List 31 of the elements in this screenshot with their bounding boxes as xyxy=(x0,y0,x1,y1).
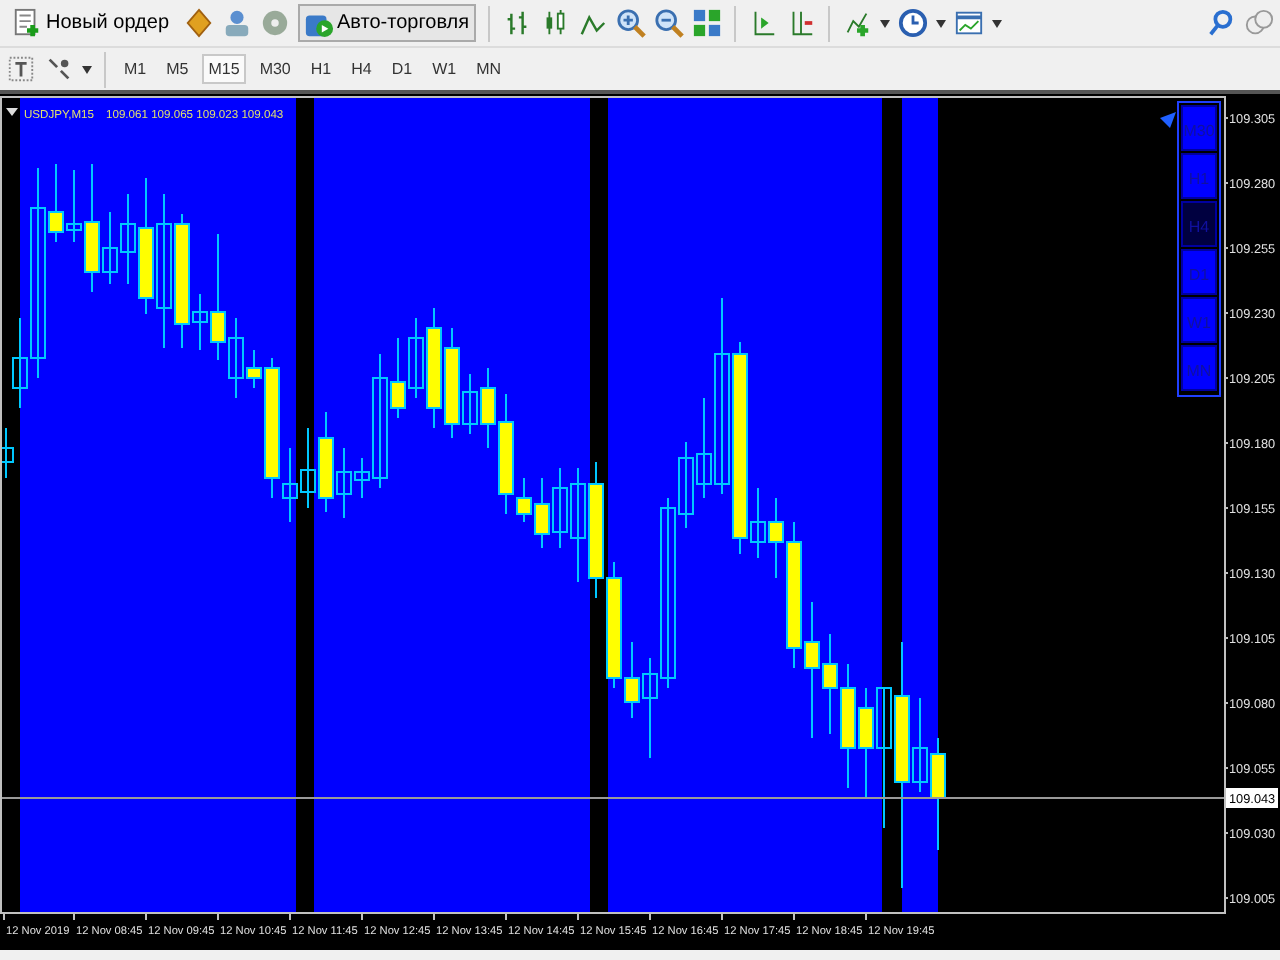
period-button[interactable]: M30 xyxy=(253,54,297,84)
new-order-button[interactable]: Новый ордер xyxy=(6,4,175,42)
text-icon[interactable] xyxy=(6,54,36,84)
caret-icon xyxy=(935,19,946,27)
candle xyxy=(0,427,14,479)
caret-icon xyxy=(82,65,92,73)
clock-icon[interactable] xyxy=(897,8,928,38)
period-button[interactable]: M5 xyxy=(160,54,195,84)
period-button[interactable]: M1 xyxy=(118,54,153,84)
caret-icon xyxy=(991,19,1002,27)
dropdown-icon[interactable] xyxy=(6,108,18,116)
template-icon[interactable] xyxy=(953,8,984,38)
period-button[interactable]: W1 xyxy=(426,54,463,84)
diamond-icon[interactable] xyxy=(183,8,213,38)
period-button[interactable]: MN xyxy=(470,54,508,84)
arrow-icon[interactable] xyxy=(1160,112,1176,128)
search-icon[interactable] xyxy=(1206,8,1236,38)
period-button[interactable]: H1 xyxy=(304,54,338,84)
period-button[interactable]: M15 xyxy=(202,54,246,84)
shapes-icon[interactable] xyxy=(44,54,74,84)
caret-icon xyxy=(879,19,890,27)
zoom-out-icon[interactable] xyxy=(653,8,684,38)
person-icon[interactable] xyxy=(221,8,251,38)
period-button[interactable]: H4 xyxy=(345,54,378,84)
document-plus-icon xyxy=(12,8,42,38)
add-indicator-icon[interactable] xyxy=(841,8,872,38)
period-button[interactable]: D1 xyxy=(385,54,419,84)
chat-icon[interactable] xyxy=(1244,8,1274,38)
tile-windows-icon[interactable] xyxy=(691,8,722,38)
auto-trading-button[interactable]: Авто-торговля xyxy=(297,4,476,42)
zoom-in-icon[interactable] xyxy=(615,8,646,38)
